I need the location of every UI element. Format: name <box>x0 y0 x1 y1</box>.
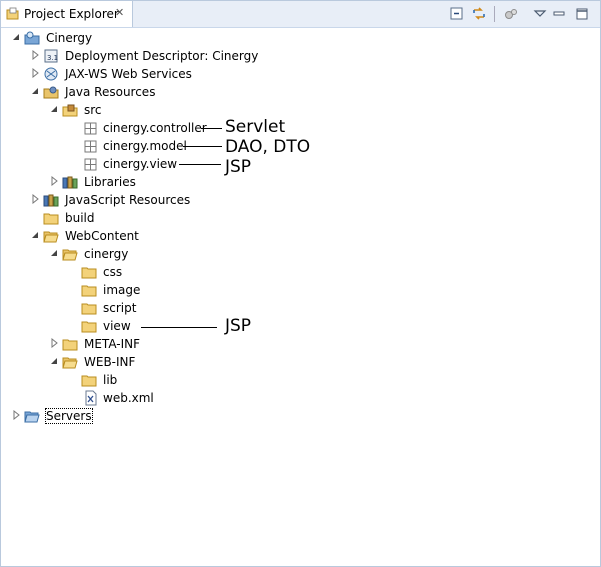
tree-item-label: WEB-INF <box>84 355 136 369</box>
expanded-arrow-icon[interactable] <box>30 230 40 240</box>
tree-item-label: image <box>103 283 141 297</box>
expanded-arrow-icon[interactable] <box>49 356 59 366</box>
tree-item-label: JavaScript Resources <box>65 193 191 207</box>
tree-item-label: lib <box>103 373 118 387</box>
xml-file-icon <box>85 390 97 406</box>
annotation-line-view-package <box>179 164 221 165</box>
tree-item-label: cinergy <box>84 247 129 261</box>
web-project-icon <box>24 31 40 45</box>
package-icon <box>84 158 97 171</box>
expanded-arrow-icon[interactable] <box>49 104 59 114</box>
tree-item-label: cinergy.view <box>103 157 178 171</box>
tab-project-explorer[interactable]: Project Explorer ✕ <box>1 1 133 27</box>
annotation-line-view-folder <box>141 327 217 328</box>
tree-item-label: build <box>65 211 95 225</box>
servers-folder-icon <box>24 411 40 423</box>
toolbar-separator <box>494 6 495 22</box>
annotation-line-controller <box>201 128 222 129</box>
minimize-icon[interactable] <box>551 6 567 22</box>
tree-item-label: cinergy.controller <box>103 121 207 135</box>
annotation-jsp-package: JSP <box>225 157 252 177</box>
annotation-dao-dto: DAO, DTO <box>225 137 311 157</box>
javascript-resources-icon <box>43 194 59 207</box>
tree-item-label: src <box>84 103 102 117</box>
maximize-icon[interactable] <box>574 6 590 22</box>
open-folder-icon <box>62 249 78 261</box>
project-explorer-icon <box>6 7 19 20</box>
folder-icon <box>81 285 97 297</box>
folder-icon <box>81 303 97 315</box>
annotation-line-model <box>183 146 222 147</box>
open-folder-icon <box>43 231 59 243</box>
view-menu-icon[interactable] <box>532 6 548 22</box>
link-with-editor-icon[interactable] <box>471 6 487 22</box>
tree-item-label: WebContent <box>65 229 139 243</box>
annotation-jsp-folder: JSP <box>225 316 252 336</box>
expanded-arrow-icon[interactable] <box>30 86 40 96</box>
tree-item-label: Deployment Descriptor: Cinergy <box>65 49 259 63</box>
folder-icon <box>81 321 97 333</box>
package-icon <box>84 122 97 135</box>
tree-item-label: cinergy.model <box>103 139 187 153</box>
collapse-all-icon[interactable] <box>449 6 465 22</box>
close-icon[interactable]: ✕ <box>115 6 124 19</box>
tree-item-label: web.xml <box>103 391 154 405</box>
filters-icon[interactable] <box>503 6 519 22</box>
folder-icon <box>43 213 59 225</box>
web-services-icon <box>44 67 58 81</box>
tree-item-label: css <box>103 265 123 279</box>
tab-label: Project Explorer <box>24 7 119 21</box>
collapsed-arrow-icon[interactable] <box>49 176 59 186</box>
folder-icon <box>62 339 78 351</box>
collapsed-arrow-icon[interactable] <box>30 194 40 204</box>
project-explorer-view: Project Explorer ✕ Cinergy 3.1 Deploymen… <box>0 0 601 567</box>
tree-item-label: view <box>103 319 131 333</box>
collapsed-arrow-icon[interactable] <box>49 338 59 348</box>
expanded-arrow-icon[interactable] <box>49 248 59 258</box>
package-icon <box>84 140 97 153</box>
source-folder-icon <box>62 104 78 117</box>
annotation-servlet: Servlet <box>225 117 286 137</box>
collapsed-arrow-icon[interactable] <box>11 410 21 420</box>
tree-item-label: Cinergy <box>46 31 93 45</box>
tree-item-label: META-INF <box>84 337 141 351</box>
svg-text:3.1: 3.1 <box>47 54 58 62</box>
expanded-arrow-icon[interactable] <box>11 32 21 42</box>
collapsed-arrow-icon[interactable] <box>30 50 40 60</box>
collapsed-arrow-icon[interactable] <box>30 68 40 78</box>
folder-icon <box>81 375 97 387</box>
view-titlebar: Project Explorer ✕ <box>1 1 600 28</box>
tree-item-label: Libraries <box>84 175 136 189</box>
tree-item-label: Servers <box>45 408 93 424</box>
libraries-icon <box>62 176 78 189</box>
folder-icon <box>81 267 97 279</box>
tree-item-label: Java Resources <box>65 85 156 99</box>
deployment-descriptor-icon: 3.1 <box>44 49 58 63</box>
tree-item-label: JAX-WS Web Services <box>65 67 192 81</box>
java-resources-icon <box>43 86 59 99</box>
tree-item-label: script <box>103 301 137 315</box>
open-folder-icon <box>62 357 78 369</box>
